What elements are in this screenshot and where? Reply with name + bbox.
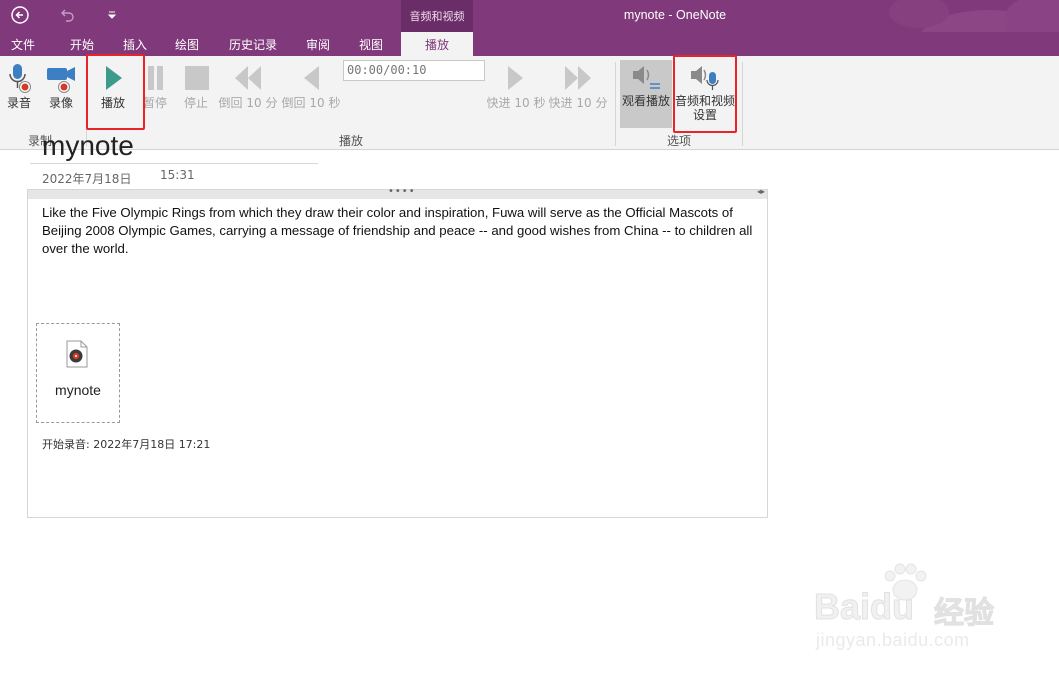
rewind-10min-label: 倒回 10 分 <box>218 96 278 110</box>
back-button[interactable] <box>8 4 32 26</box>
page-date: 2022年7月18日 <box>42 172 132 186</box>
rewind-icon <box>304 66 319 90</box>
title-bar: 音频和视频 mynote - OneNote <box>0 0 1059 32</box>
rewind-10sec-label: 倒回 10 秒 <box>281 96 341 110</box>
group-separator <box>615 62 616 146</box>
tab-insert[interactable]: 插入 <box>112 32 158 56</box>
playback-time-field: 00:00/00:10 <box>343 60 485 81</box>
playback-group-label: 播放 <box>339 134 364 148</box>
highlight-box-play <box>86 54 145 130</box>
resize-arrows-icon[interactable]: ◂▸ <box>757 187 765 196</box>
forward-10min-button[interactable]: 快进 10 分 <box>548 64 608 110</box>
fast-forward-icon <box>508 66 523 90</box>
note-paragraph[interactable]: Like the Five Olympic Rings from which t… <box>42 204 764 258</box>
tab-draw[interactable]: 绘图 <box>164 32 210 56</box>
see-playback-button[interactable]: 观看播放 <box>620 62 672 108</box>
record-audio-label: 录音 <box>6 96 31 110</box>
tab-review[interactable]: 审阅 <box>296 32 340 56</box>
stop-icon <box>185 66 209 90</box>
forward-10sec-button[interactable]: 快进 10 秒 <box>486 64 546 110</box>
window-title: mynote - OneNote <box>623 8 727 22</box>
title-underline <box>30 163 318 164</box>
pause-label: 暂停 <box>142 96 167 110</box>
options-group-label: 选项 <box>667 134 692 148</box>
contextual-tab-group-label: 音频和视频 <box>401 0 473 32</box>
attachment-name: mynote <box>55 382 101 398</box>
note-container-handle[interactable]: •••• ◂▸ <box>28 186 767 199</box>
watermark-brand-suffix: 经验 <box>934 596 995 632</box>
tab-view[interactable]: 视图 <box>348 32 394 56</box>
tab-playback[interactable]: 播放 <box>401 32 473 56</box>
tab-history[interactable]: 历史记录 <box>220 32 286 56</box>
note-container[interactable]: •••• ◂▸ Like the Five Olympic Rings from… <box>27 186 768 518</box>
audio-file-icon <box>66 340 88 368</box>
rewind-10sec-button[interactable]: 倒回 10 秒 <box>281 64 341 110</box>
record-video-button[interactable]: 录像 <box>44 62 78 110</box>
page-time: 15:31 <box>160 168 195 182</box>
forward-10min-label: 快进 10 分 <box>548 96 608 110</box>
tab-home[interactable]: 开始 <box>58 32 106 56</box>
rewind-double-icon <box>235 66 261 90</box>
recording-start-info: 开始录音: 2022年7月18日 17:21 <box>42 438 211 451</box>
ribbon: 录音 录像 录制 播放 暂停 停止 倒回 10 分 倒回 10 秒 00:00/… <box>0 54 1059 150</box>
audio-attachment[interactable]: mynote <box>36 323 120 423</box>
see-playback-label: 观看播放 <box>621 94 670 108</box>
stop-label: 停止 <box>183 96 208 110</box>
dropdown-icon <box>107 11 117 19</box>
record-audio-button[interactable]: 录音 <box>2 62 36 110</box>
rewind-10min-button[interactable]: 倒回 10 分 <box>218 64 278 110</box>
watermark-url: jingyan.baidu.com <box>816 630 970 650</box>
title-bar-decoration <box>889 0 1059 32</box>
highlight-box-settings <box>673 55 737 133</box>
undo-button[interactable] <box>55 4 79 26</box>
page-title[interactable]: mynote <box>42 130 134 162</box>
drag-handle-icon[interactable]: •••• <box>388 186 416 197</box>
record-video-label: 录像 <box>48 96 73 110</box>
video-camera-record-icon <box>47 67 75 93</box>
tab-file[interactable]: 文件 <box>0 32 46 56</box>
forward-10sec-label: 快进 10 秒 <box>486 96 546 110</box>
fast-forward-double-icon <box>565 66 591 90</box>
pause-icon <box>148 66 163 90</box>
quick-access-dropdown[interactable] <box>100 4 124 26</box>
baidu-watermark: Baidu 经验 jingyan.baidu.com <box>810 560 1020 660</box>
ribbon-tabs: 文件 开始 插入 绘图 历史记录 审阅 视图 播放 <box>0 32 1059 56</box>
undo-icon <box>61 9 74 22</box>
microphone-record-icon <box>9 64 31 93</box>
watermark-brand: Baidu <box>813 586 915 628</box>
speaker-list-icon <box>633 66 660 89</box>
group-separator <box>742 62 743 146</box>
stop-button[interactable]: 停止 <box>178 64 214 110</box>
back-arrow-icon <box>11 6 29 24</box>
